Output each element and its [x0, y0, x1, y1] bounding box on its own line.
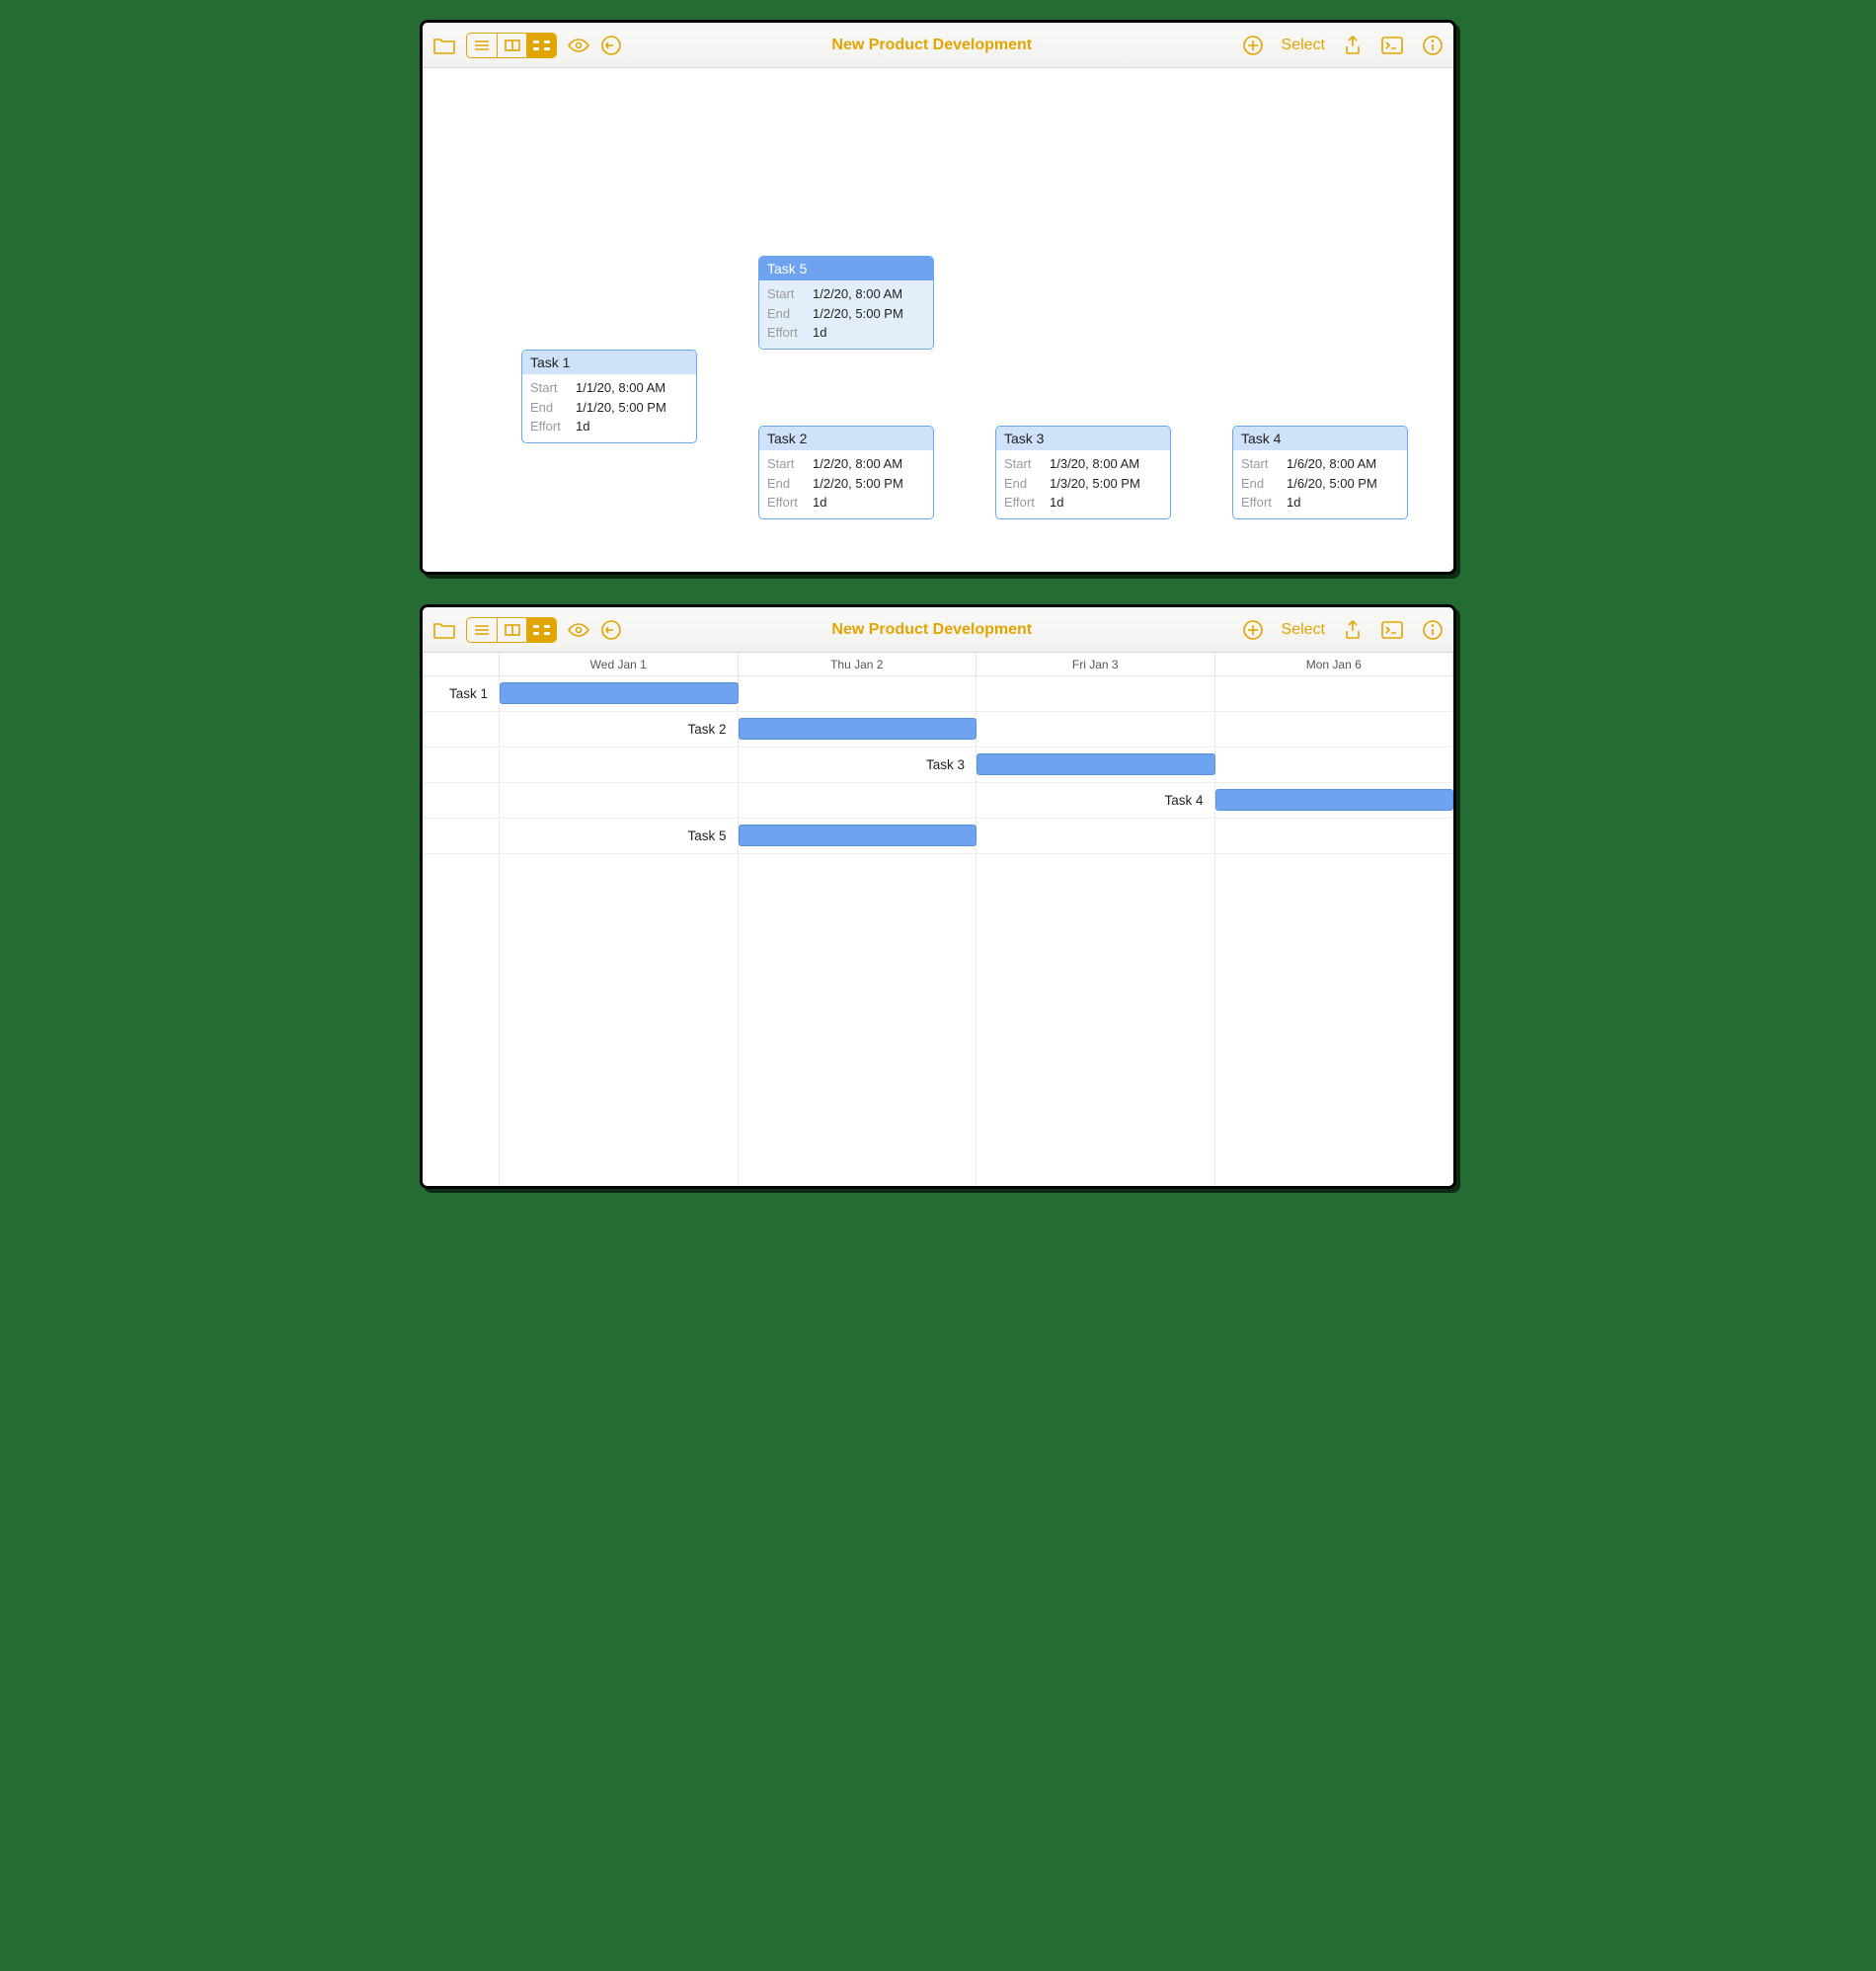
share-icon[interactable] — [1343, 619, 1363, 641]
view-columns[interactable] — [497, 34, 526, 57]
document-title: New Product Development — [632, 621, 1232, 639]
gantt-row[interactable]: Task 5 — [423, 819, 1453, 854]
select-button[interactable]: Select — [1282, 621, 1325, 639]
add-icon[interactable] — [1242, 35, 1264, 56]
gantt-row-label: Task 2 — [423, 712, 735, 747]
network-window: New Product Development Select Task — [420, 20, 1456, 575]
task-title: Task 5 — [759, 257, 933, 280]
gantt-row-label: Task 1 — [423, 676, 496, 711]
gantt-bar[interactable] — [500, 682, 739, 704]
view-network[interactable] — [526, 34, 556, 57]
view-columns[interactable] — [497, 618, 526, 642]
view-outline[interactable] — [467, 618, 497, 642]
label-end: End — [530, 398, 570, 418]
task-title: Task 3 — [996, 427, 1170, 450]
gantt-chart[interactable]: Wed Jan 1 Thu Jan 2 Fri Jan 3 Mon Jan 6 … — [423, 653, 1453, 1186]
view-mode-segment[interactable] — [466, 617, 557, 643]
task-card-task1[interactable]: Task 1 Start 1/1/20, 8:00 AM End 1/1/20, 5… — [521, 350, 697, 443]
eye-icon[interactable] — [567, 621, 590, 639]
toolbar: New Product Development Select — [423, 607, 1453, 653]
folder-icon[interactable] — [432, 36, 456, 55]
gantt-row-label: Task 5 — [423, 819, 735, 853]
task-title: Task 4 — [1233, 427, 1407, 450]
add-icon[interactable] — [1242, 619, 1264, 641]
task-card-task2[interactable]: Task 2 Start1/2/20, 8:00 AM End1/2/20, 5… — [758, 426, 934, 519]
gantt-window: New Product Development Select Wed Jan 1… — [420, 604, 1456, 1189]
folder-icon[interactable] — [432, 620, 456, 640]
view-mode-segment[interactable] — [466, 33, 557, 58]
gantt-bar[interactable] — [1215, 789, 1454, 811]
gantt-col-1: Thu Jan 2 — [739, 653, 977, 675]
task-card-task4[interactable]: Task 4 Start1/6/20, 8:00 AM End1/6/20, 5… — [1232, 426, 1408, 519]
toolbar: New Product Development Select — [423, 23, 1453, 68]
gantt-row[interactable]: Task 3 — [423, 748, 1453, 783]
gantt-bar[interactable] — [739, 825, 977, 846]
info-icon[interactable] — [1422, 35, 1444, 56]
network-canvas[interactable]: Task 1 Start 1/1/20, 8:00 AM End 1/1/20, 5… — [423, 68, 1453, 572]
eye-icon[interactable] — [567, 37, 590, 54]
view-outline[interactable] — [467, 34, 497, 57]
view-network[interactable] — [526, 618, 556, 642]
task-card-task5[interactable]: Task 5 Start1/2/20, 8:00 AM End1/2/20, 5… — [758, 256, 934, 350]
select-button[interactable]: Select — [1282, 37, 1325, 54]
info-icon[interactable] — [1422, 619, 1444, 641]
gantt-row[interactable]: Task 1 — [423, 676, 1453, 712]
undo-icon[interactable] — [600, 619, 622, 641]
task-card-task3[interactable]: Task 3 Start1/3/20, 8:00 AM End1/3/20, 5… — [995, 426, 1171, 519]
label-effort: Effort — [530, 417, 570, 436]
console-icon[interactable] — [1380, 36, 1404, 55]
gantt-col-0: Wed Jan 1 — [500, 653, 739, 675]
gantt-col-3: Mon Jan 6 — [1215, 653, 1454, 675]
value-end: 1/1/20, 5:00 PM — [576, 398, 666, 418]
task-title: Task 2 — [759, 427, 933, 450]
gantt-row[interactable]: Task 4 — [423, 783, 1453, 819]
gantt-header: Wed Jan 1 Thu Jan 2 Fri Jan 3 Mon Jan 6 — [423, 653, 1453, 676]
value-start: 1/1/20, 8:00 AM — [576, 378, 665, 398]
undo-icon[interactable] — [600, 35, 622, 56]
gantt-bar[interactable] — [739, 718, 977, 740]
console-icon[interactable] — [1380, 620, 1404, 640]
gantt-col-2: Fri Jan 3 — [977, 653, 1215, 675]
gantt-row[interactable]: Task 2 — [423, 712, 1453, 748]
gantt-row-label: Task 3 — [423, 748, 973, 782]
value-effort: 1d — [576, 417, 589, 436]
share-icon[interactable] — [1343, 35, 1363, 56]
gantt-row-label: Task 4 — [423, 783, 1212, 818]
task-title: Task 1 — [522, 351, 696, 374]
document-title: New Product Development — [632, 37, 1232, 54]
gantt-bar[interactable] — [977, 753, 1215, 775]
connectors — [423, 68, 719, 216]
label-start: Start — [530, 378, 570, 398]
